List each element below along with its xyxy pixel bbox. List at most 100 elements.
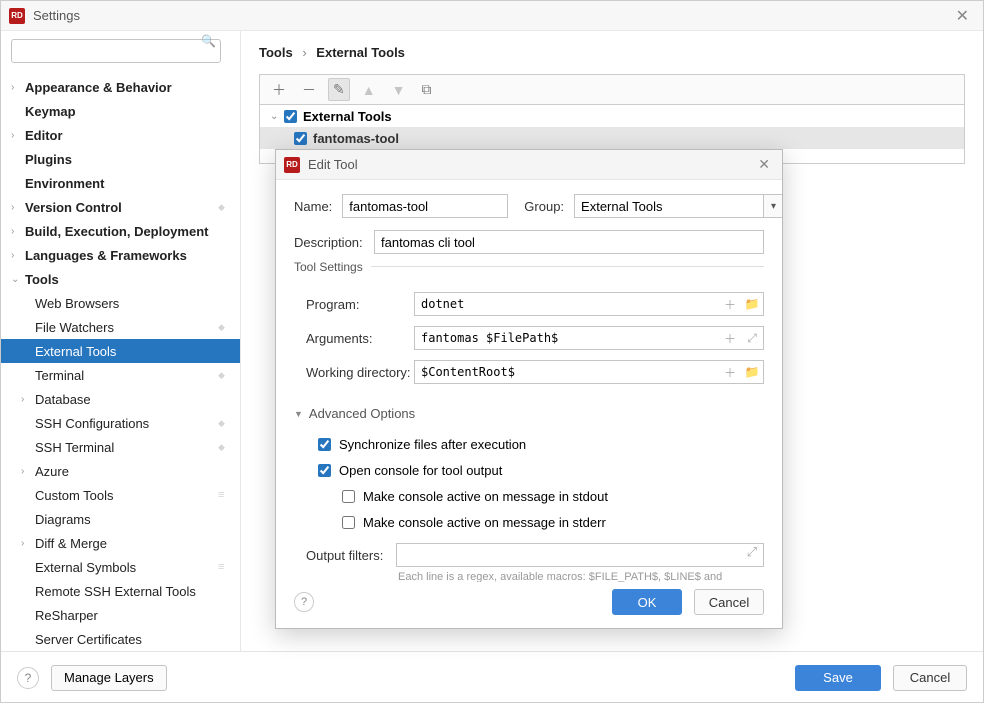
up-icon[interactable]: ▲ xyxy=(358,80,380,100)
save-button[interactable]: Save xyxy=(795,665,881,691)
remove-icon[interactable]: － xyxy=(298,78,320,102)
sidebar-item-vcs[interactable]: ›Version Control xyxy=(1,195,240,219)
scope-badge-icon xyxy=(218,370,232,381)
sidebar-item-keymap[interactable]: Keymap xyxy=(1,99,240,123)
sidebar-item-diff-merge[interactable]: ›Diff & Merge xyxy=(1,531,240,555)
chevron-down-icon: ▼ xyxy=(294,409,303,419)
breadcrumb-root[interactable]: Tools xyxy=(259,45,293,60)
search-input[interactable] xyxy=(11,39,221,63)
app-icon: RD xyxy=(9,8,25,24)
sidebar-item-azure[interactable]: ›Azure xyxy=(1,459,240,483)
cancel-button[interactable]: Cancel xyxy=(893,665,967,691)
program-field[interactable] xyxy=(415,295,719,313)
name-field[interactable] xyxy=(342,194,508,218)
scope-badge-icon xyxy=(218,489,232,501)
sidebar-item-web-browsers[interactable]: Web Browsers xyxy=(1,291,240,315)
help-icon[interactable]: ? xyxy=(17,667,39,689)
insert-macro-icon[interactable]: ＋ xyxy=(719,364,741,381)
sidebar-item-resharper[interactable]: ReSharper xyxy=(1,603,240,627)
sidebar-item-terminal[interactable]: Terminal xyxy=(1,363,240,387)
add-icon[interactable]: ＋ xyxy=(268,78,290,102)
sidebar-item-custom-tools[interactable]: Custom Tools xyxy=(1,483,240,507)
program-label: Program: xyxy=(306,297,414,312)
close-icon[interactable]: ✕ xyxy=(950,4,975,28)
insert-macro-icon[interactable]: ＋ xyxy=(719,330,741,347)
dialog-body: Name: Group: ▾ Description: Tool Setting… xyxy=(276,180,782,582)
sidebar-item-server-certs[interactable]: Server Certificates xyxy=(1,627,240,651)
sync-label: Synchronize files after execution xyxy=(339,437,526,452)
stdout-checkbox[interactable] xyxy=(342,490,355,503)
tool-item-row[interactable]: fantomas-tool xyxy=(260,127,964,149)
edit-icon[interactable]: ✎ xyxy=(328,78,350,101)
sidebar-item-languages[interactable]: ›Languages & Frameworks xyxy=(1,243,240,267)
scope-badge-icon xyxy=(218,418,232,429)
ok-button[interactable]: OK xyxy=(612,589,682,615)
expand-icon[interactable]: ⤢ xyxy=(741,331,763,346)
browse-folder-icon[interactable]: 📁 xyxy=(741,365,763,379)
app-icon: RD xyxy=(284,157,300,173)
output-filters-label: Output filters: xyxy=(306,548,386,563)
tool-settings-legend: Tool Settings xyxy=(294,260,371,274)
sync-checkbox[interactable] xyxy=(318,438,331,451)
open-console-checkbox[interactable] xyxy=(318,464,331,477)
sidebar-item-ssh-terminal[interactable]: SSH Terminal xyxy=(1,435,240,459)
advanced-options-label: Advanced Options xyxy=(309,406,415,421)
advanced-options-toggle[interactable]: ▼ Advanced Options xyxy=(294,406,764,421)
search-wrap xyxy=(1,31,240,71)
sidebar-item-external-symbols[interactable]: External Symbols xyxy=(1,555,240,579)
sidebar-item-tools[interactable]: ⌄Tools xyxy=(1,267,240,291)
sidebar-item-build[interactable]: ›Build, Execution, Deployment xyxy=(1,219,240,243)
close-icon[interactable]: ✕ xyxy=(754,154,774,175)
stdout-label: Make console active on message in stdout xyxy=(363,489,608,504)
stderr-checkbox[interactable] xyxy=(342,516,355,529)
scope-badge-icon xyxy=(218,442,232,453)
arguments-label: Arguments: xyxy=(306,331,414,346)
manage-layers-button[interactable]: Manage Layers xyxy=(51,665,167,691)
output-filters-field[interactable] xyxy=(397,544,741,566)
sidebar-item-diagrams[interactable]: Diagrams xyxy=(1,507,240,531)
insert-macro-icon[interactable]: ＋ xyxy=(719,296,741,313)
sidebar-item-database[interactable]: ›Database xyxy=(1,387,240,411)
output-filters-hint: Each line is a regex, available macros: … xyxy=(294,571,764,582)
sidebar-item-editor[interactable]: ›Editor xyxy=(1,123,240,147)
sidebar-item-plugins[interactable]: Plugins xyxy=(1,147,240,171)
scope-badge-icon xyxy=(218,561,232,573)
sidebar-item-external-tools[interactable]: External Tools xyxy=(1,339,240,363)
breadcrumb: Tools › External Tools xyxy=(259,45,965,60)
workdir-label: Working directory: xyxy=(306,365,414,380)
group-checkbox[interactable] xyxy=(284,110,297,123)
sidebar-item-ssh-config[interactable]: SSH Configurations xyxy=(1,411,240,435)
sidebar-item-remote-ssh-tools[interactable]: Remote SSH External Tools xyxy=(1,579,240,603)
scope-badge-icon xyxy=(218,322,232,333)
workdir-field[interactable] xyxy=(415,363,719,381)
sidebar-item-appearance[interactable]: ›Appearance & Behavior xyxy=(1,75,240,99)
dialog-footer: ? OK Cancel xyxy=(276,582,782,628)
description-field[interactable] xyxy=(374,230,764,254)
open-console-label: Open console for tool output xyxy=(339,463,502,478)
group-select[interactable] xyxy=(574,194,764,218)
description-label: Description: xyxy=(294,235,364,250)
tool-settings-fieldset: Tool Settings Program: ＋ 📁 Arguments: ＋ … xyxy=(294,266,764,394)
window-titlebar: RD Settings ✕ xyxy=(1,1,983,31)
stderr-label: Make console active on message in stderr xyxy=(363,515,606,530)
dialog-cancel-button[interactable]: Cancel xyxy=(694,589,764,615)
dialog-title: Edit Tool xyxy=(308,157,358,172)
browse-folder-icon[interactable]: 📁 xyxy=(741,297,763,311)
settings-tree[interactable]: ›Appearance & Behavior Keymap ›Editor Pl… xyxy=(1,71,240,651)
tool-checkbox[interactable] xyxy=(294,132,307,145)
sidebar-item-environment[interactable]: Environment xyxy=(1,171,240,195)
copy-icon[interactable]: ⧉ xyxy=(417,79,435,100)
settings-footer: ? Manage Layers Save Cancel xyxy=(1,651,983,703)
window-title: Settings xyxy=(33,8,80,23)
chevron-down-icon[interactable]: ⌄ xyxy=(270,111,284,122)
down-icon[interactable]: ▼ xyxy=(388,80,410,100)
sidebar-item-file-watchers[interactable]: File Watchers xyxy=(1,315,240,339)
sidebar: ›Appearance & Behavior Keymap ›Editor Pl… xyxy=(1,31,241,651)
expand-icon[interactable]: ⤢ xyxy=(741,544,763,566)
edit-tool-dialog: RD Edit Tool ✕ Name: Group: ▾ Descriptio… xyxy=(275,149,783,629)
help-icon[interactable]: ? xyxy=(294,592,314,612)
dropdown-caret-icon[interactable]: ▾ xyxy=(764,194,782,218)
group-label: Group: xyxy=(524,199,564,214)
arguments-field[interactable] xyxy=(415,329,719,347)
tool-group-row[interactable]: ⌄ External Tools xyxy=(260,105,964,127)
